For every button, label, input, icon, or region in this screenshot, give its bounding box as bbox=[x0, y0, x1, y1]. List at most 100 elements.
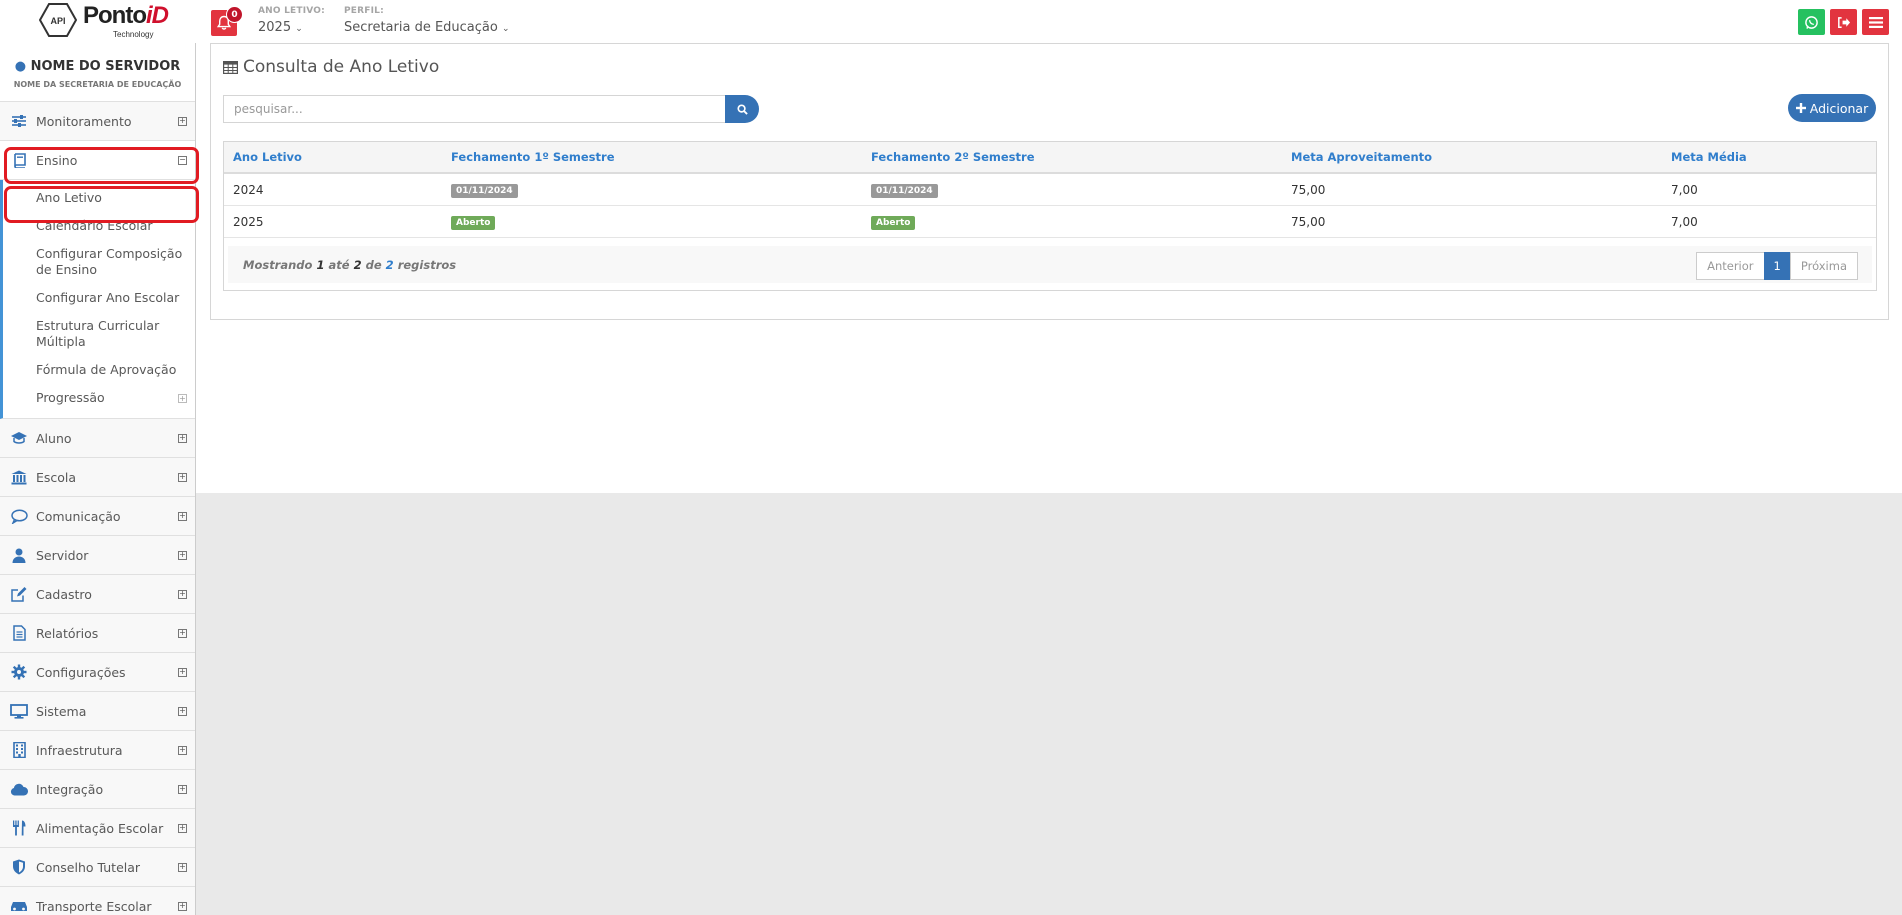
expand-icon: + bbox=[178, 550, 187, 560]
sign-out-icon bbox=[1838, 16, 1851, 28]
sidebar-item-conselho-tutelar[interactable]: Conselho Tutelar + bbox=[0, 848, 195, 887]
sidebar-item-ensino[interactable]: Ensino − bbox=[0, 141, 195, 180]
sidebar-item-integracao[interactable]: Integração + bbox=[0, 770, 195, 809]
search-button[interactable] bbox=[725, 95, 759, 123]
expand-icon: + bbox=[178, 823, 187, 833]
search-input[interactable] bbox=[223, 95, 726, 123]
sidebar-item-label: Transporte Escolar bbox=[36, 898, 152, 914]
records-from: 1 bbox=[316, 258, 325, 272]
logo-hexagon-icon: API bbox=[39, 3, 77, 37]
column-header-meta-aproveitamento[interactable]: Meta Aproveitamento bbox=[1282, 142, 1662, 174]
collapse-icon: − bbox=[178, 155, 187, 165]
records-of-word: de bbox=[365, 258, 382, 272]
sidebar-item-label: Escola bbox=[36, 469, 77, 485]
records-info: Mostrando 1 até 2 de 2 registros bbox=[243, 258, 456, 272]
chat-bubble-icon bbox=[9, 508, 29, 524]
perfil-select[interactable]: PERFIL: Secretaria de Educação ⌄ bbox=[344, 6, 510, 35]
logout-button[interactable] bbox=[1830, 9, 1857, 35]
sidebar-item-aluno[interactable]: Aluno + bbox=[0, 419, 195, 458]
sidebar-item-monitoramento[interactable]: Monitoramento + bbox=[0, 102, 195, 141]
file-text-icon bbox=[9, 625, 29, 641]
cell-meta-media: 7,00 bbox=[1662, 173, 1876, 206]
pagination-prev[interactable]: Anterior bbox=[1696, 252, 1765, 280]
top-navbar: API PontoiD Technology 0 ANO LETIVO: 202… bbox=[0, 0, 1902, 43]
sidebar-item-label: Integração bbox=[36, 781, 104, 797]
cell-ano-letivo: 2025 bbox=[224, 205, 442, 238]
sidebar-item-label: Conselho Tutelar bbox=[36, 859, 141, 875]
pagination-next[interactable]: Próxima bbox=[1789, 252, 1858, 280]
sliders-icon bbox=[9, 114, 29, 128]
add-button-label: Adicionar bbox=[1809, 100, 1869, 116]
expand-icon: + bbox=[178, 667, 187, 677]
sidebar-item-label: Comunicação bbox=[36, 508, 121, 524]
submenu-item-progressao[interactable]: Progressão + bbox=[3, 386, 195, 410]
expand-icon: + bbox=[178, 394, 187, 403]
whatsapp-icon bbox=[1805, 15, 1818, 29]
page-title-text: Consulta de Ano Letivo bbox=[243, 57, 440, 77]
submenu-item-ano-letivo[interactable]: Ano Letivo bbox=[3, 186, 195, 210]
logo-brand-main: Ponto bbox=[83, 2, 147, 29]
sidebar-item-transporte-escolar[interactable]: Transporte Escolar + bbox=[0, 887, 195, 915]
menu-button[interactable] bbox=[1862, 9, 1889, 35]
main-panel: Consulta de Ano Letivo Adicionar Ano Let… bbox=[210, 43, 1889, 320]
hamburger-menu-icon bbox=[1868, 16, 1883, 28]
user-icon bbox=[9, 548, 29, 563]
records-until-word: até bbox=[328, 258, 350, 272]
sidebar-item-label: Sistema bbox=[36, 703, 87, 719]
pagination: Anterior 1 Próxima bbox=[1696, 252, 1858, 280]
sidebar-item-label: Configurações bbox=[36, 664, 126, 680]
cell-meta-aproveitamento: 75,00 bbox=[1282, 205, 1662, 238]
whatsapp-button[interactable] bbox=[1798, 9, 1825, 35]
column-header-fechamento-2[interactable]: Fechamento 2º Semestre bbox=[862, 142, 1282, 174]
sidebar-item-alimentacao-escolar[interactable]: Alimentação Escolar + bbox=[0, 809, 195, 848]
submenu-item-formula-aprovacao[interactable]: Fórmula de Aprovação bbox=[3, 358, 195, 382]
sidebar-item-label: Cadastro bbox=[36, 586, 92, 602]
sidebar-item-cadastro[interactable]: Cadastro + bbox=[0, 575, 195, 614]
sidebar-item-infraestrutura[interactable]: Infraestrutura + bbox=[0, 731, 195, 770]
desktop-icon bbox=[9, 703, 29, 719]
date-badge: 01/11/2024 bbox=[871, 183, 938, 198]
pagination-page[interactable]: 1 bbox=[1763, 252, 1791, 280]
cutlery-icon bbox=[9, 820, 29, 836]
records-to: 2 bbox=[353, 258, 362, 272]
sidebar-item-escola[interactable]: Escola + bbox=[0, 458, 195, 497]
logo-brand: PontoiD bbox=[83, 2, 169, 30]
submenu-item-estrutura-curricular[interactable]: Estrutura Curricular Múltipla bbox=[3, 314, 195, 354]
building-icon bbox=[9, 742, 29, 758]
perfil-value: Secretaria de Educação bbox=[344, 20, 498, 35]
sidebar-item-configuracoes[interactable]: Configurações + bbox=[0, 653, 195, 692]
column-header-ano-letivo[interactable]: Ano Letivo bbox=[224, 142, 442, 174]
sidebar-item-sistema[interactable]: Sistema + bbox=[0, 692, 195, 731]
status-badge: Aberto bbox=[871, 215, 916, 230]
institution-icon bbox=[9, 470, 29, 485]
sidebar-item-servidor[interactable]: Servidor + bbox=[0, 536, 195, 575]
ensino-submenu: Ano Letivo Calendário Escolar Configurar… bbox=[0, 180, 195, 419]
table-row[interactable]: 2025 Aberto Aberto 75,00 7,00 bbox=[224, 205, 1876, 238]
ano-letivo-table: Ano Letivo Fechamento 1º Semestre Fecham… bbox=[223, 141, 1877, 291]
book-icon bbox=[9, 152, 29, 168]
expand-icon: + bbox=[178, 706, 187, 716]
add-button[interactable]: Adicionar bbox=[1788, 94, 1876, 122]
user-icon: ● bbox=[14, 59, 27, 74]
logo-brand-accent: iD bbox=[145, 2, 169, 29]
notifications-badge: 0 bbox=[226, 6, 243, 23]
logo-badge-text: API bbox=[50, 16, 65, 26]
sidebar: ● NOME DO SERVIDOR NOME DA SECRETARIA DE… bbox=[0, 43, 196, 915]
expand-icon: + bbox=[178, 433, 187, 443]
sidebar-item-relatorios[interactable]: Relatórios + bbox=[0, 614, 195, 653]
logo-subtitle: Technology bbox=[113, 30, 154, 39]
ano-letivo-select[interactable]: ANO LETIVO: 2025 ⌄ bbox=[258, 6, 325, 35]
edit-icon bbox=[9, 586, 29, 602]
expand-icon: + bbox=[178, 745, 187, 755]
sidebar-item-comunicacao[interactable]: Comunicação + bbox=[0, 497, 195, 536]
submenu-item-configurar-ano-escolar[interactable]: Configurar Ano Escolar bbox=[3, 286, 195, 310]
records-total: 2 bbox=[385, 258, 394, 272]
submenu-item-configurar-composicao[interactable]: Configurar Composição de Ensino bbox=[3, 242, 195, 282]
cloud-icon bbox=[9, 783, 29, 796]
pontoid-logo[interactable]: API PontoiD Technology bbox=[33, 0, 169, 42]
column-header-meta-media[interactable]: Meta Média bbox=[1662, 142, 1876, 174]
table-row[interactable]: 2024 01/11/2024 01/11/2024 75,00 7,00 bbox=[224, 173, 1876, 206]
search-icon bbox=[736, 103, 748, 115]
submenu-item-calendario-escolar[interactable]: Calendário Escolar bbox=[3, 214, 195, 238]
column-header-fechamento-1[interactable]: Fechamento 1º Semestre bbox=[442, 142, 862, 174]
